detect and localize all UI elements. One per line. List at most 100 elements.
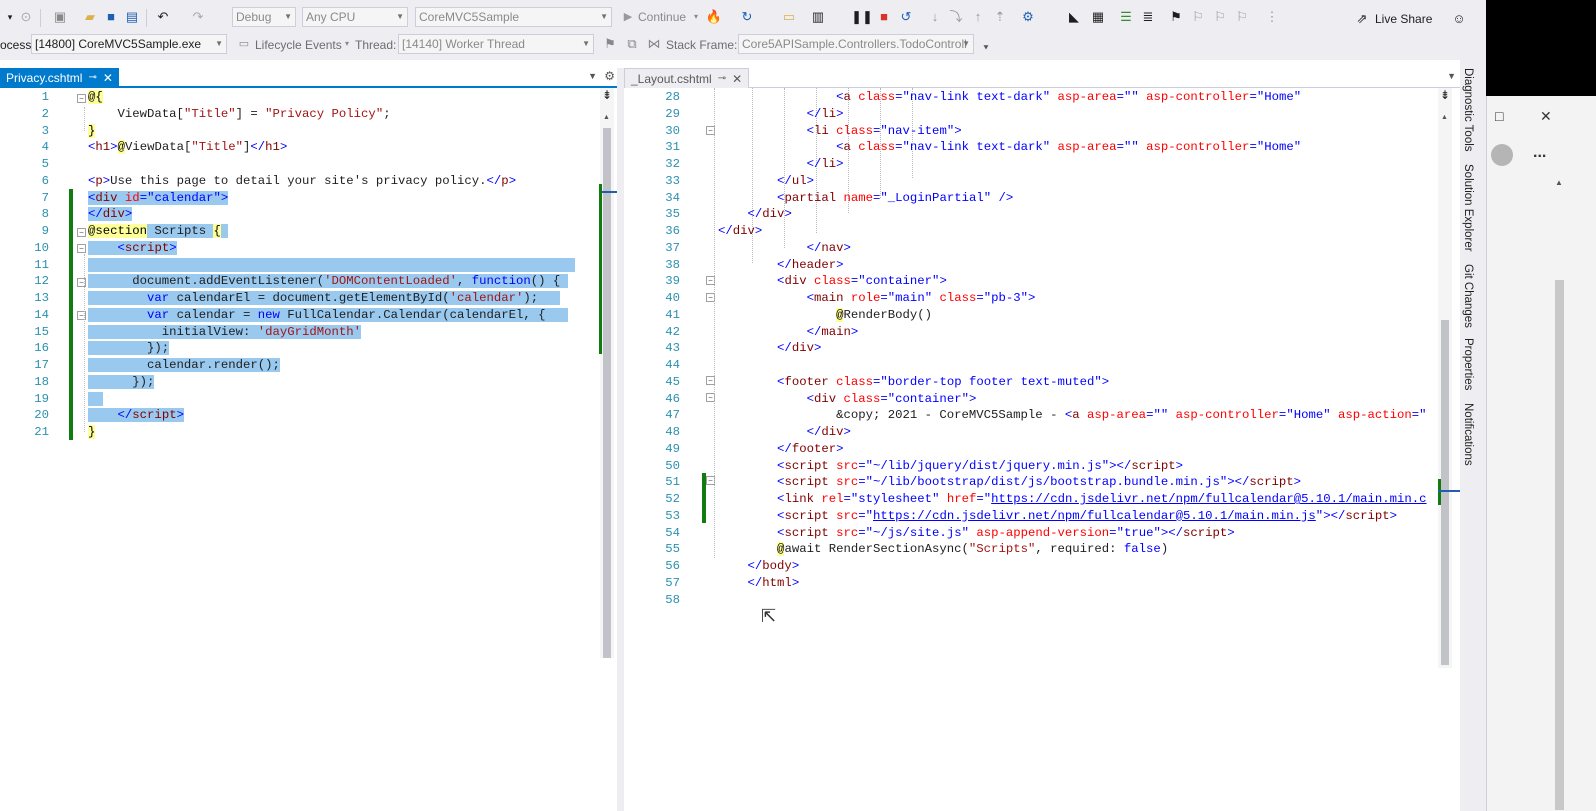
startup-project-value: CoreMVC5Sample [419, 10, 520, 24]
pin-icon[interactable]: ⊸ [718, 69, 726, 89]
left-code-text[interactable]: @{ ViewData["Title"] = "Privacy Policy";… [88, 89, 576, 441]
save-icon[interactable]: ■ [103, 9, 119, 25]
startup-project-dropdown[interactable]: CoreMVC5Sample ▼ [415, 7, 612, 27]
tab-dropdown-icon[interactable]: ▼ [588, 71, 597, 81]
break-all-icon[interactable]: ▥ [810, 9, 826, 25]
restart-icon[interactable]: ↺ [898, 9, 914, 25]
scroll-up-icon[interactable]: ▲ [603, 114, 610, 121]
undo-icon[interactable]: ↶ [155, 9, 171, 25]
clear-bookmarks-icon[interactable]: ⚐ [1234, 9, 1250, 25]
split-editor-icon[interactable]: ⇟ [1438, 88, 1452, 108]
scrollbar-thumb[interactable] [1555, 280, 1564, 810]
step-over-icon[interactable]: ⤵ [948, 9, 964, 25]
line-number: 50 [665, 458, 680, 473]
editor-splitter[interactable] [617, 68, 624, 811]
scroll-up-icon[interactable]: ▲ [1555, 178, 1563, 187]
save-all-icon[interactable]: ▤ [124, 9, 140, 25]
new-item-icon[interactable]: ▣ [52, 9, 68, 25]
maximize-button[interactable]: □ [1495, 108, 1503, 124]
flag-thread-icon[interactable]: ⚑ [602, 36, 618, 52]
feedback-icon[interactable]: ☺ [1451, 11, 1467, 27]
browse-folder-icon[interactable]: ▭ [781, 9, 797, 25]
gear-icon[interactable]: ⚙ [604, 69, 615, 83]
windows-icon[interactable]: ▦ [1090, 9, 1106, 25]
toolbar-options-icon[interactable]: ⯆ [978, 40, 994, 56]
attach-icon[interactable]: ◣ [1066, 9, 1082, 25]
scrollbar-thumb[interactable] [1441, 320, 1449, 665]
change-marker [599, 184, 602, 354]
line-number: 21 [34, 425, 49, 439]
split-editor-icon[interactable]: ⇟ [600, 88, 614, 108]
collapse-icon[interactable]: − [77, 228, 86, 237]
line-number: 45 [665, 374, 680, 389]
continue-button[interactable]: Continue [638, 10, 686, 24]
line-number: 16 [34, 341, 49, 356]
tab-notifications[interactable]: Notifications [1462, 403, 1474, 466]
solution-platform-dropdown[interactable]: Any CPU ▼ [302, 7, 408, 27]
thread-dropdown[interactable]: [14140] Worker Thread ▼ [398, 34, 594, 54]
pin-icon[interactable]: ⊸ [88, 68, 96, 88]
navigate-forward-icon[interactable]: ⊙ [18, 9, 34, 25]
left-editor-pane: Privacy.cshtml ⊸ ✕ ▼ ⚙ 1 2 3 4 5 6 7 8 9 10 11 12 13… [0, 68, 617, 811]
tab-diagnostic-tools[interactable]: Diagnostic Tools [1462, 68, 1474, 152]
collapse-icon[interactable]: − [77, 244, 86, 253]
bookmark-icon[interactable]: ⚑ [1168, 9, 1184, 25]
hot-reload-settings-icon[interactable]: ⚙ [1020, 9, 1036, 25]
scroll-up-icon[interactable]: ▲ [1441, 114, 1448, 121]
chevron-down-icon: ▾ [344, 39, 349, 48]
line-number: 55 [665, 542, 680, 557]
lifecycle-events-dropdown[interactable]: Lifecycle Events [255, 38, 342, 52]
line-number: 15 [34, 324, 49, 339]
navigate-back-dropdown-icon[interactable]: ▾ [2, 9, 18, 25]
previous-bookmark-icon[interactable]: ⚐ [1190, 9, 1206, 25]
live-share-icon[interactable]: ⇗ [1354, 11, 1370, 27]
caret-marker [602, 191, 617, 193]
chevron-down-icon: ▼ [962, 39, 970, 48]
continue-play-icon[interactable]: ▶ [620, 9, 636, 25]
hot-reload-icon[interactable]: 🔥 [706, 9, 722, 25]
show-next-statement-icon[interactable]: ⇡ [992, 9, 1008, 25]
step-out-icon[interactable]: ↑ [970, 9, 986, 25]
close-icon[interactable]: ✕ [103, 68, 113, 88]
tab-properties[interactable]: Properties [1462, 338, 1474, 390]
step-into-icon[interactable]: ↓ [927, 9, 943, 25]
line-number: 12 [34, 274, 49, 289]
tab-layout-cshtml[interactable]: _Layout.cshtml ⊸ ✕ [624, 68, 750, 89]
comment-icon[interactable]: ≣ [1140, 9, 1156, 25]
avatar[interactable] [1491, 144, 1513, 166]
right-code-text[interactable]: <a class="nav-link text-dark" asp-area="… [718, 89, 1438, 592]
stop-icon[interactable]: ■ [876, 9, 892, 25]
chevron-down-icon: ▼ [582, 39, 590, 48]
close-button[interactable]: ✕ [1540, 108, 1552, 125]
vertical-scrollbar[interactable]: ⇟ ▲ [1438, 88, 1452, 668]
open-folder-icon[interactable]: ▰ [82, 9, 98, 25]
more-options-button[interactable]: ... [1533, 144, 1546, 162]
stack-frame-dropdown[interactable]: Core5APISample.Controllers.TodoControll ▼ [738, 34, 974, 54]
next-bookmark-icon[interactable]: ⚐ [1212, 9, 1228, 25]
redo-icon[interactable]: ↷ [190, 9, 206, 25]
live-share-button[interactable]: Live Share [1375, 12, 1432, 26]
format-document-icon[interactable]: ☰ [1118, 9, 1134, 25]
refresh-icon[interactable]: ↻ [739, 9, 755, 25]
line-number: 5 [41, 157, 49, 171]
tab-solution-explorer[interactable]: Solution Explorer [1462, 164, 1474, 252]
continue-dropdown-icon[interactable]: ▾ [688, 9, 704, 25]
vertical-scrollbar[interactable]: ⇟ ▲ [600, 88, 614, 658]
process-dropdown[interactable]: [14800] CoreMVC5Sample.exe ▼ [31, 34, 227, 54]
close-icon[interactable]: ✕ [732, 69, 742, 89]
solution-configuration-dropdown[interactable]: Debug ▼ [232, 7, 296, 27]
collapse-icon[interactable]: − [77, 94, 86, 103]
toolbar-overflow-icon[interactable]: ⋮ [1264, 9, 1280, 25]
line-number: 36 [665, 224, 680, 238]
tab-git-changes[interactable]: Git Changes [1462, 264, 1474, 328]
structure-guide [84, 254, 85, 432]
scrollbar-thumb[interactable] [603, 128, 611, 658]
tab-privacy-cshtml[interactable]: Privacy.cshtml ⊸ ✕ [0, 68, 119, 88]
standard-toolbar: ▾ ⊙ ▣ ▰ ■ ▤ ↶ ↷ Debug ▼ Any CPU ▼ CoreMVC5… [0, 0, 1486, 34]
line-number: 40 [665, 291, 680, 305]
tab-label: _Layout.cshtml [631, 71, 712, 86]
pause-icon[interactable]: ❚❚ [851, 9, 873, 25]
line-number: 54 [665, 525, 680, 540]
show-threads-icon[interactable]: ⧉ [624, 36, 640, 52]
tab-dropdown-icon[interactable]: ▼ [1447, 71, 1456, 81]
